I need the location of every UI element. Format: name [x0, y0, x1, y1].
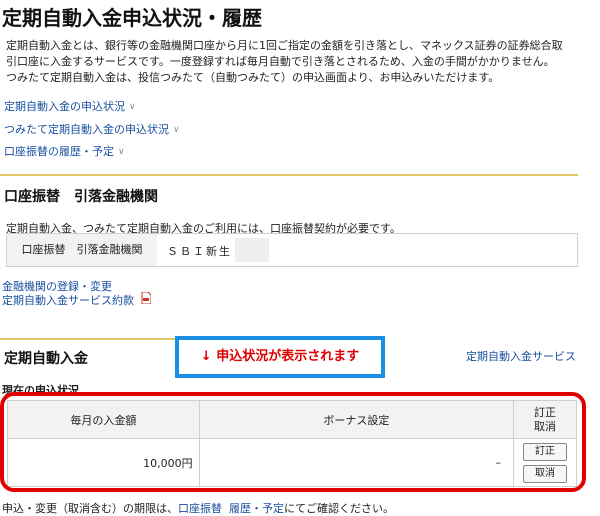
col-header-amount: 毎月の入金額 [7, 400, 200, 439]
bank-section-title: 口座振替 引落金融機関 [4, 189, 158, 205]
footer-link-transfer[interactable]: 口座振替 [178, 502, 222, 515]
bank-name: ＳＢＩ新生 [167, 245, 232, 258]
chevron-down-icon: ∨ [118, 147, 125, 157]
col-header-bonus: ボーナス設定 [198, 400, 515, 439]
masked-account [235, 238, 269, 262]
annotation-callout: ↓ 申込状況が表示されます [175, 336, 385, 378]
cancel-button[interactable]: 取消 [523, 464, 567, 483]
auto-section-title: 定期自動入金 [4, 351, 88, 367]
table-row: 10,000円 – 訂正 取消 [7, 438, 577, 487]
action-cell: 訂正 取消 [513, 438, 577, 487]
intro-text: 定期自動入金とは、銀行等の金融機関口座から月に1回ご指定の金額を引き落とし、マネ… [6, 39, 563, 84]
footer-note: 申込・変更（取消含む）の期限は、口座振替 履歴・予定にてご確認ください。 [2, 502, 394, 515]
terms-link[interactable]: 定期自動入金サービス約款 [2, 292, 134, 308]
amount-cell: 10,000円 [7, 438, 200, 487]
pdf-icon[interactable] [141, 292, 151, 304]
footer-link-history[interactable]: 履歴・予定 [229, 502, 284, 515]
col-header-edit: 訂正 取消 [513, 400, 577, 439]
nav-link-auto-deposit-status[interactable]: 定期自動入金の申込状況 ∨ [4, 98, 136, 114]
chevron-down-icon: ∨ [129, 102, 136, 112]
page-title: 定期自動入金申込状況・履歴 [2, 6, 262, 30]
bonus-cell: – [198, 438, 515, 487]
section-divider [0, 174, 578, 176]
nav-link-tsumitate-status[interactable]: つみたて定期自動入金の申込状況 ∨ [4, 121, 180, 137]
status-table: 毎月の入金額 ボーナス設定 訂正 取消 10,000円 – 訂正 取消 [7, 400, 577, 487]
edit-button[interactable]: 訂正 [523, 442, 567, 461]
chevron-down-icon: ∨ [173, 125, 180, 135]
section-divider [0, 338, 175, 340]
status-label: 現在の申込状況 [2, 384, 79, 397]
auto-service-link[interactable]: 定期自動入金サービス [466, 348, 576, 364]
bank-info-label: 口座振替 引落金融機関 [7, 234, 157, 266]
bank-info-box: 口座振替 引落金融機関 ＳＢＩ新生 [6, 233, 578, 267]
nav-link-transfer-history[interactable]: 口座振替の履歴・予定 ∨ [4, 143, 125, 159]
